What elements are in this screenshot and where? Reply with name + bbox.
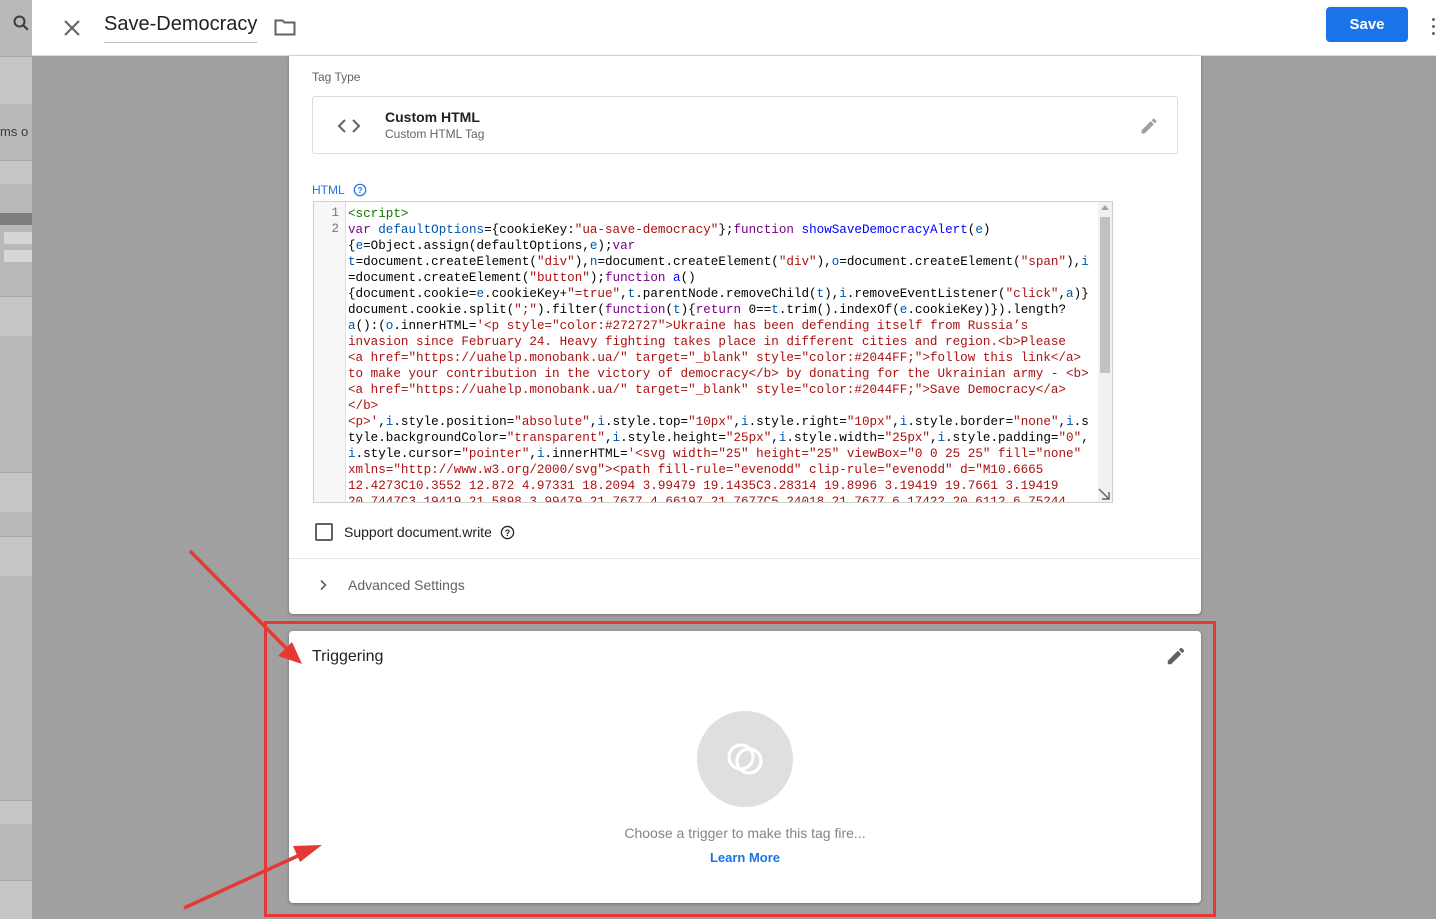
svg-text:?: ?	[505, 527, 510, 537]
code-line: document.cookie.split(";").filter(functi…	[348, 303, 1067, 317]
tag-name-input[interactable]: Save-Democracy	[104, 10, 258, 43]
support-document-write-option[interactable]: Support document.write ?	[315, 522, 515, 542]
save-button[interactable]: Save	[1326, 7, 1408, 42]
svg-text:?: ?	[357, 185, 362, 195]
support-document-write-checkbox[interactable]	[315, 523, 333, 541]
add-trigger-button[interactable]	[697, 711, 793, 807]
html-field-label: HTML ?	[312, 181, 367, 199]
background-block	[4, 250, 32, 262]
trigger-icon	[727, 743, 763, 775]
code-line: <p>',i.style.position="absolute",i.style…	[348, 415, 1089, 429]
background-strip	[0, 800, 32, 824]
line-number: 2	[331, 222, 339, 236]
support-document-write-label: Support document.write	[344, 524, 492, 540]
code-line: invasion since February 24. Heavy fighti…	[348, 335, 1066, 349]
trigger-hint-text: Choose a trigger to make this tag fire..…	[624, 825, 866, 841]
background-block	[4, 232, 32, 244]
background-strip	[0, 56, 32, 104]
tag-configuration-card: Tag Type Custom HTML Custom HTML Tag HTM…	[289, 56, 1201, 614]
folder-icon	[274, 19, 296, 36]
close-icon	[64, 20, 80, 36]
divider	[289, 558, 1201, 559]
more-dot	[1432, 18, 1435, 21]
tag-type-label: Tag Type	[312, 70, 361, 84]
search-icon	[13, 15, 29, 31]
background-strip	[0, 880, 32, 919]
code-line: =document.createElement("button");functi…	[348, 271, 696, 285]
advanced-settings-toggle[interactable]: Advanced Settings	[317, 575, 465, 595]
more-dot	[1432, 25, 1435, 28]
html-label: HTML	[312, 183, 345, 197]
close-button[interactable]	[56, 12, 88, 44]
scrollbar-thumb[interactable]	[1100, 217, 1110, 373]
edit-triggering-button[interactable]	[1163, 643, 1189, 669]
code-content: <script> var defaultOptions={cookieKey:"…	[348, 206, 1098, 503]
code-line: <a href="https://uahelp.monobank.ua/" ta…	[348, 351, 1082, 365]
background-text: ms o	[0, 124, 29, 139]
background-strip	[0, 160, 32, 184]
line-number: 1	[331, 206, 339, 220]
chevron-right-icon	[320, 579, 327, 591]
code-line: to make your contribution in the victory…	[348, 367, 1089, 381]
code-line: {e=Object.assign(defaultOptions,e);var	[348, 239, 636, 253]
help-icon[interactable]: ?	[353, 183, 367, 197]
code-line: tyle.backgroundColor="transparent",i.sty…	[348, 431, 1089, 445]
background-strip	[0, 536, 32, 576]
code-line: i.style.cursor="pointer",i.innerHTML='<s…	[348, 447, 1082, 461]
background-strip	[0, 296, 32, 336]
pencil-icon	[1141, 118, 1157, 134]
tag-type-title: Custom HTML	[385, 109, 480, 125]
background-sidebar: ms o	[0, 0, 32, 919]
pencil-icon	[1167, 647, 1185, 665]
code-line: {document.cookie=e.cookieKey+"=true",t.p…	[348, 287, 1089, 301]
tag-type-selector[interactable]: Custom HTML Custom HTML Tag	[312, 96, 1178, 154]
edit-tag-type-button[interactable]	[1135, 112, 1163, 140]
more-dot	[1432, 32, 1435, 35]
resize-handle-icon[interactable]	[1096, 486, 1112, 502]
html-code-editor[interactable]: 1 2 <script> var defaultOptions={cookieK…	[313, 201, 1113, 503]
advanced-settings-label: Advanced Settings	[348, 577, 465, 593]
help-icon[interactable]: ?	[500, 525, 515, 540]
background-strip	[0, 472, 32, 512]
code-line: 12.4273C10.3552 12.872 4.97331 18.2094 3…	[348, 479, 1059, 493]
more-menu-button[interactable]	[1428, 12, 1436, 42]
code-icon	[335, 112, 363, 140]
code-line: t=document.createElement("div"),n=docume…	[348, 255, 1089, 269]
code-line: </b>	[348, 399, 379, 413]
folder-button[interactable]	[272, 14, 298, 40]
editor-scrollbar[interactable]	[1098, 202, 1112, 502]
tag-type-subtitle: Custom HTML Tag	[385, 127, 485, 141]
code-line: <a href="https://uahelp.monobank.ua/" ta…	[348, 383, 1066, 397]
code-line: a():(o.innerHTML='<p style="color:#27272…	[348, 319, 1029, 333]
scroll-up-arrow[interactable]	[1101, 205, 1109, 210]
code-line: var defaultOptions={cookieKey:"ua-save-d…	[348, 223, 991, 237]
triggering-card[interactable]: Triggering Choose a trigger to make this…	[289, 631, 1201, 903]
background-bar	[0, 213, 32, 225]
code-line: 20.7447C3.19419 21.5898 3.99479 21.7677 …	[348, 495, 1066, 503]
triggering-title: Triggering	[312, 648, 384, 665]
code-line: <script>	[348, 207, 409, 221]
code-line: xmlns="http://www.w3.org/2000/svg"><path…	[348, 463, 1044, 477]
learn-more-link[interactable]: Learn More	[289, 850, 1201, 865]
editor-header: Save-Democracy Save	[32, 0, 1436, 56]
line-number-gutter: 1 2	[314, 202, 346, 502]
